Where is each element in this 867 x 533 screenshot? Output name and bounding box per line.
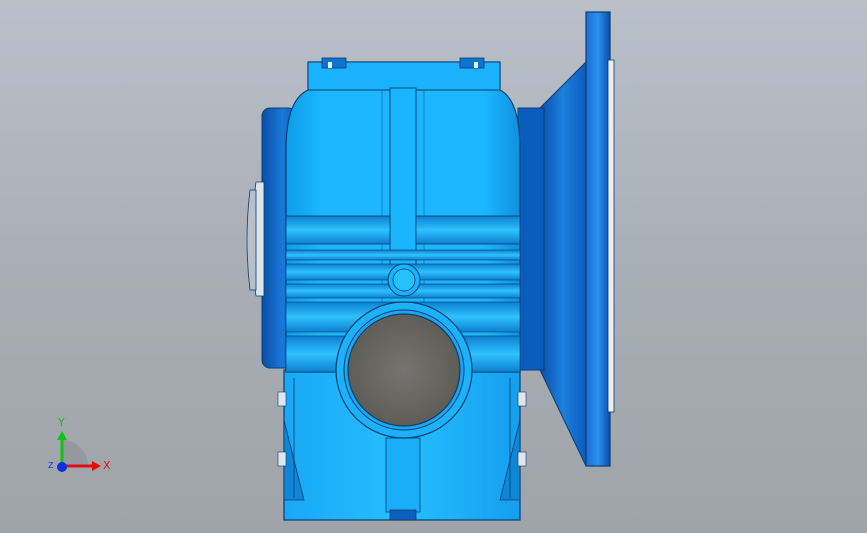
graphics-viewport[interactable]: X Y Z bbox=[0, 0, 867, 533]
output-flange bbox=[517, 11, 615, 467]
y-axis-label: Y bbox=[57, 416, 65, 429]
z-axis-label: Z bbox=[48, 461, 54, 470]
model-view[interactable]: X Y Z bbox=[0, 0, 867, 533]
x-axis-label: X bbox=[103, 459, 111, 472]
coordinate-triad: X Y Z bbox=[48, 416, 111, 472]
breather-plug bbox=[387, 263, 421, 297]
hollow-shaft-bore bbox=[335, 301, 473, 439]
